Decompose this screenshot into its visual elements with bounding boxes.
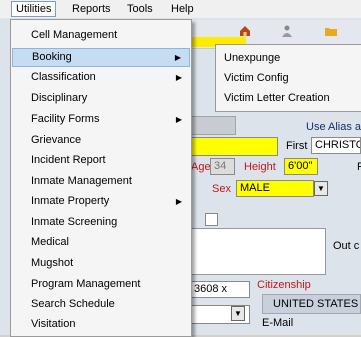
menu-item-grievance[interactable]: Grievance xyxy=(12,131,190,150)
first-name-label: First xyxy=(286,140,308,152)
menu-item-label: Mugshot xyxy=(31,257,74,269)
out-label: Out c xyxy=(333,240,360,252)
menu-item-label: Program Management xyxy=(31,278,141,290)
menu-item-classification[interactable]: Classification ▶ xyxy=(12,68,190,87)
menu-item-label: Classification xyxy=(31,71,96,83)
menu-item-mugshot[interactable]: Mugshot xyxy=(12,254,190,273)
menu-bar: Utilities Reports Tools Help xyxy=(0,0,361,19)
menu-item-label: Booking xyxy=(32,51,72,63)
sex-dropdown-button[interactable]: ▼ xyxy=(314,181,328,196)
notes-textarea[interactable] xyxy=(190,228,326,275)
use-alias-label: Use Alias a xyxy=(306,121,361,133)
menu-item-label: Visitation xyxy=(31,318,76,330)
height-field[interactable]: 6'00" xyxy=(284,158,318,175)
menu-item-incident-report[interactable]: Incident Report xyxy=(12,151,190,170)
menu-item-search-schedule[interactable]: Search Schedule xyxy=(12,295,190,314)
first-name-field[interactable]: CHRISTO xyxy=(311,137,361,154)
phone-field[interactable]: 3608 x xyxy=(190,281,250,298)
last-name-field[interactable] xyxy=(190,137,278,156)
menu-item-inmate-management[interactable]: Inmate Management xyxy=(12,172,190,191)
menu-utilities[interactable]: Utilities xyxy=(11,1,57,17)
citizenship-label: Citizenship xyxy=(257,279,311,291)
height-label: Height xyxy=(244,161,276,173)
menu-tools[interactable]: Tools xyxy=(123,2,157,16)
citizenship-field[interactable]: UNITED STATES xyxy=(262,294,361,314)
menu-item-booking[interactable]: Booking ▶ xyxy=(12,48,190,67)
menu-item-label: Cell Management xyxy=(31,29,118,41)
age-label: Age xyxy=(191,161,211,173)
state-dropdown-button[interactable]: ▼ xyxy=(231,306,245,321)
menu-item-label: Search Schedule xyxy=(31,298,115,310)
menu-item-program-management[interactable]: Program Management xyxy=(12,275,190,294)
citizenship-value: UNITED STATES xyxy=(273,298,359,310)
user-icon[interactable] xyxy=(280,24,294,38)
submenu-arrow-icon: ▶ xyxy=(175,73,182,82)
menu-item-medical[interactable]: Medical xyxy=(12,233,190,252)
menu-item-label: Facility Forms xyxy=(31,113,100,125)
checkbox[interactable] xyxy=(205,213,218,226)
submenu-item-unexpunge[interactable]: Unexpunge xyxy=(216,49,361,68)
first-suffix-label: F xyxy=(357,161,361,173)
menu-item-facility-forms[interactable]: Facility Forms ▶ xyxy=(12,110,190,129)
submenu-arrow-icon: ▶ xyxy=(174,53,181,62)
alias-box xyxy=(190,116,236,135)
menu-item-label: Disciplinary xyxy=(31,92,88,104)
menu-item-inmate-property[interactable]: Inmate Property ▶ xyxy=(12,192,190,211)
submenu-item-victim-letter-creation[interactable]: Victim Letter Creation xyxy=(216,89,361,108)
menu-help[interactable]: Help xyxy=(167,2,198,16)
menu-item-disciplinary[interactable]: Disciplinary xyxy=(12,89,190,108)
menu-item-label: Incident Report xyxy=(31,154,106,166)
menu-item-label: Inmate Screening xyxy=(31,216,118,228)
sex-select[interactable]: MALE xyxy=(236,180,314,197)
menu-item-label: Medical xyxy=(31,236,69,248)
menu-item-cell-management[interactable]: Cell Management xyxy=(12,26,190,45)
home-icon[interactable] xyxy=(238,24,252,38)
menu-reports[interactable]: Reports xyxy=(68,2,115,16)
age-field: 34 xyxy=(210,158,235,175)
submenu-item-victim-config[interactable]: Victim Config xyxy=(216,69,361,88)
utilities-menu: Cell Management Booking ▶ Classification ▶… xyxy=(10,19,192,337)
menu-item-label: Inmate Management xyxy=(31,175,132,187)
submenu-arrow-icon: ▶ xyxy=(175,115,182,124)
menu-item-visitation[interactable]: Visitation xyxy=(12,315,190,334)
menu-item-label: Inmate Property xyxy=(31,195,110,207)
submenu-arrow-icon: ▶ xyxy=(175,197,182,206)
email-label: E-Mail xyxy=(262,317,294,329)
folder-icon[interactable] xyxy=(324,24,338,38)
booking-submenu: Unexpunge Victim Config Victim Letter Cr… xyxy=(215,44,361,112)
menu-item-label: Grievance xyxy=(31,134,82,146)
sex-label: Sex xyxy=(212,183,231,195)
menu-item-inmate-screening[interactable]: Inmate Screening xyxy=(12,213,190,232)
